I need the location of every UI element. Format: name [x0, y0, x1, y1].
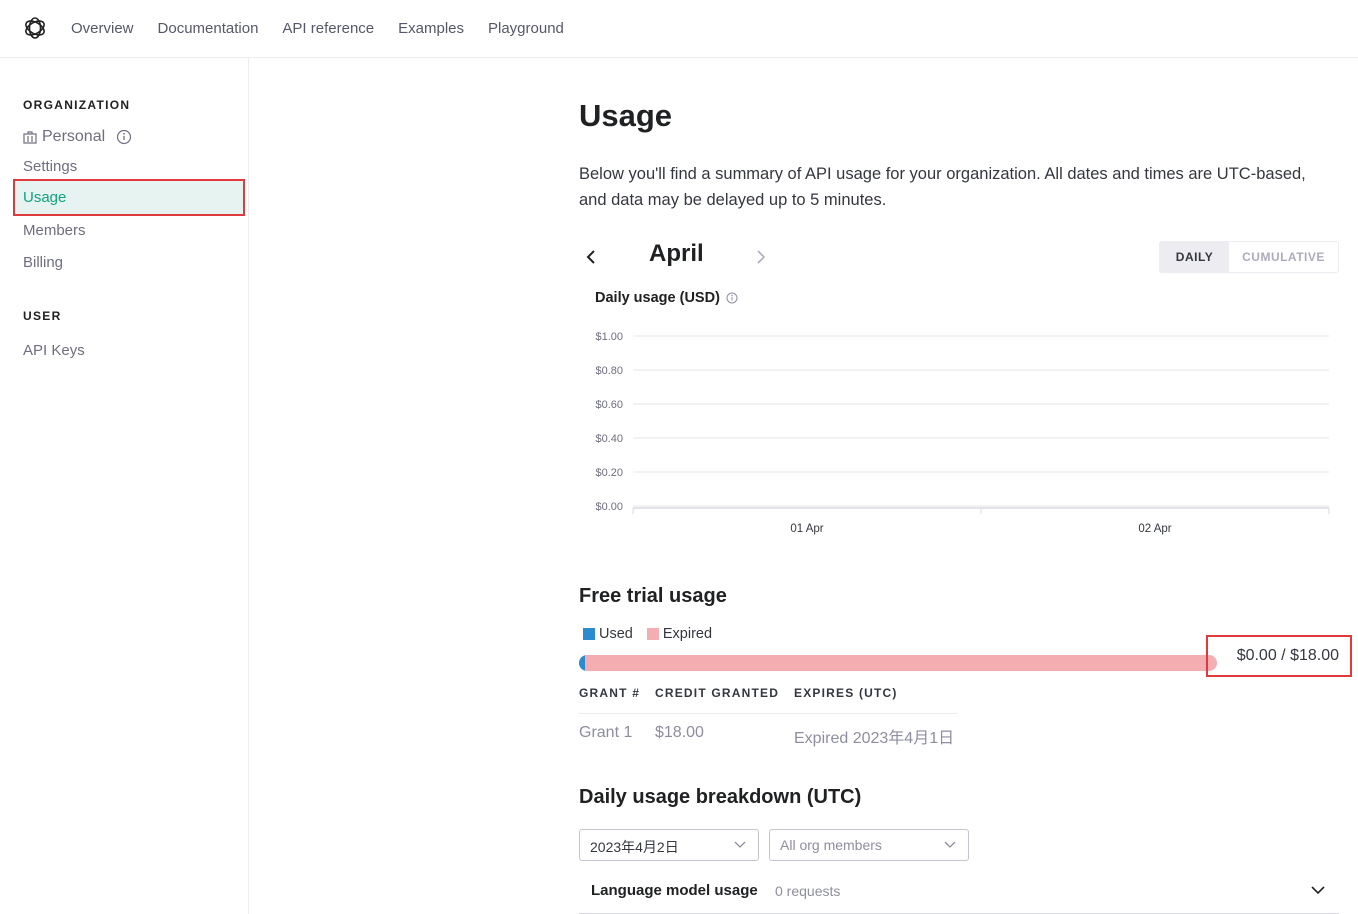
org-selector[interactable]: Personal [23, 128, 132, 146]
nav-examples[interactable]: Examples [398, 20, 464, 37]
free-trial-amount-text: $0.00 / $18.00 [1236, 647, 1339, 664]
free-trial-progress-bar [579, 655, 1217, 671]
x-tick-label: 01 Apr [790, 523, 823, 535]
chevron-down-icon[interactable] [1311, 886, 1325, 895]
sidebar: ORGANIZATION Personal Settings Usage Mem… [0, 58, 249, 914]
nav-documentation[interactable]: Documentation [158, 20, 259, 37]
building-icon [23, 130, 37, 144]
y-tick-label: $1.00 [595, 331, 623, 343]
legend-expired: Expired [646, 626, 713, 642]
month-label: April [649, 240, 704, 267]
chevron-down-icon [734, 841, 746, 848]
page-intro: Below you'll find a summary of API usage… [579, 165, 1306, 209]
nav-api-reference[interactable]: API reference [282, 20, 374, 37]
nav-playground[interactable]: Playground [488, 20, 564, 37]
language-model-request-count: 0 requests [775, 883, 841, 899]
chart-title-text: Daily usage (USD) [595, 290, 720, 306]
daily-usage-chart: $1.00 $0.80 $0.60 $0.40 $0.20 $0.00 01 Apr 02 A… [595, 331, 1330, 535]
sidebar-item-billing[interactable]: Billing [23, 254, 63, 271]
legend-expired-label: Expired [662, 626, 713, 642]
y-tick-label: $0.80 [595, 365, 623, 377]
daily-breakdown-title: Daily usage breakdown (UTC) [579, 786, 862, 808]
y-tick-label: $0.20 [595, 467, 623, 479]
chart-title: Daily usage (USD) [595, 290, 738, 306]
page-title: Usage [579, 98, 673, 133]
chevron-right-icon[interactable] [753, 248, 769, 266]
grant-table-divider [579, 713, 957, 714]
sidebar-item-members[interactable]: Members [23, 222, 86, 239]
grant-table-cell-expires: Expired 2023年4月1日 [794, 730, 955, 747]
legend-expired-swatch [646, 628, 659, 640]
y-tick-label: $0.40 [595, 433, 623, 445]
free-trial-amount: $0.00 / $18.00 [1206, 635, 1352, 677]
date-select[interactable]: 2023年4月2日 [579, 829, 759, 861]
grant-table-header-credit: CREDIT GRANTED [655, 686, 780, 700]
x-tick-label: 02 Apr [1138, 523, 1171, 535]
nav-overview[interactable]: Overview [71, 20, 134, 37]
grant-table-cell-credit: $18.00 [655, 724, 704, 741]
free-trial-title: Free trial usage [579, 585, 727, 607]
grant-table-header-grant: GRANT # [579, 686, 641, 700]
grant-table-header-expires: EXPIRES (UTC) [794, 686, 898, 700]
members-select[interactable]: All org members [769, 829, 969, 861]
openai-logo-icon[interactable] [22, 15, 48, 41]
free-trial-legend: Used Expired [583, 626, 712, 642]
y-tick-label: $0.60 [595, 399, 623, 411]
sidebar-org-heading: ORGANIZATION [23, 98, 131, 112]
view-toggle: DAILY CUMULATIVE [1159, 241, 1339, 273]
language-model-usage-row[interactable]: Language model usage 0 requests [579, 870, 1339, 914]
org-name: Personal [42, 128, 106, 145]
toggle-cumulative[interactable]: CUMULATIVE [1229, 242, 1338, 272]
members-select-value: All org members [780, 837, 882, 853]
sidebar-item-usage[interactable]: Usage [13, 179, 245, 216]
info-icon[interactable] [726, 292, 738, 304]
sidebar-item-api-keys[interactable]: API Keys [23, 342, 85, 359]
language-model-usage-title: Language model usage [591, 882, 758, 899]
top-nav: Overview Documentation API reference Exa… [0, 0, 1358, 58]
legend-used: Used [583, 626, 633, 642]
legend-used-label: Used [599, 626, 633, 642]
legend-used-swatch [583, 628, 595, 640]
month-navigator: April DAILY CUMULATIVE [579, 240, 1339, 274]
chevron-left-icon[interactable] [583, 248, 599, 266]
sidebar-item-usage-label: Usage [23, 189, 67, 206]
toggle-daily[interactable]: DAILY [1160, 242, 1229, 272]
grant-table-cell-grant: Grant 1 [579, 724, 633, 741]
free-trial-used-fill [579, 655, 585, 671]
sidebar-user-heading: USER [23, 309, 62, 323]
y-tick-label: $0.00 [595, 501, 623, 513]
chevron-down-icon [944, 841, 956, 848]
info-icon[interactable] [116, 129, 132, 145]
date-select-value: 2023年4月2日 [590, 839, 679, 855]
sidebar-item-settings[interactable]: Settings [23, 158, 77, 175]
